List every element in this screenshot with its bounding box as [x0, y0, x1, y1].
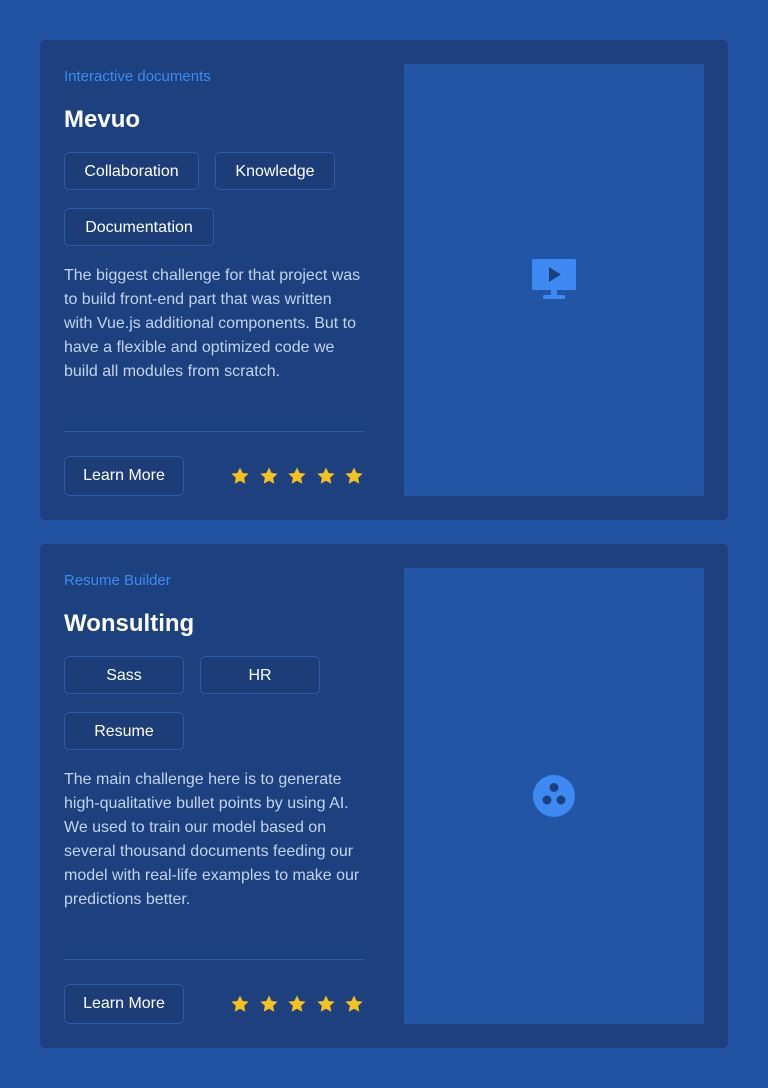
project-media	[404, 568, 704, 1024]
project-category: Resume Builder	[64, 572, 171, 589]
star-icon	[288, 467, 306, 484]
project-category: Interactive documents	[64, 68, 211, 85]
project-description: The biggest challenge for that project w…	[64, 267, 361, 380]
project-description: The main challenge here is to generate h…	[64, 771, 360, 908]
star-icon	[259, 995, 278, 1012]
tag-documentation: Documentation	[64, 208, 214, 246]
project-content: Interactive documents Mevuo Collaboratio…	[64, 40, 364, 520]
tag-collaboration: Collaboration	[64, 152, 199, 190]
project-media	[404, 64, 704, 496]
project-title: Mevuo	[64, 106, 141, 133]
star-icon	[316, 467, 335, 484]
monitor-play-icon	[532, 259, 576, 299]
project-card: Resume Builder Wonsulting Sass HR Resume…	[40, 544, 728, 1048]
star-icon	[316, 995, 335, 1012]
tag-resume: Resume	[64, 712, 184, 750]
star-rating	[230, 994, 364, 1014]
project-title: Wonsulting	[64, 610, 195, 637]
star-icon	[231, 467, 249, 484]
star-rating	[230, 466, 364, 486]
star-icon	[345, 467, 363, 484]
divider	[64, 959, 364, 960]
learn-more-button[interactable]: Learn More	[64, 456, 184, 496]
learn-more-button[interactable]: Learn More	[64, 984, 184, 1024]
star-icon	[259, 467, 278, 484]
project-content: Resume Builder Wonsulting Sass HR Resume…	[64, 544, 364, 1048]
tag-sass: Sass	[64, 656, 184, 694]
star-icon	[288, 995, 306, 1012]
star-icon	[345, 995, 363, 1012]
project-card: Interactive documents Mevuo Collaboratio…	[40, 40, 728, 520]
star-icon	[231, 995, 249, 1012]
divider	[64, 431, 364, 432]
three-dots-circle-icon	[533, 775, 575, 817]
tag-hr: HR	[200, 656, 320, 694]
tag-knowledge: Knowledge	[215, 152, 335, 190]
